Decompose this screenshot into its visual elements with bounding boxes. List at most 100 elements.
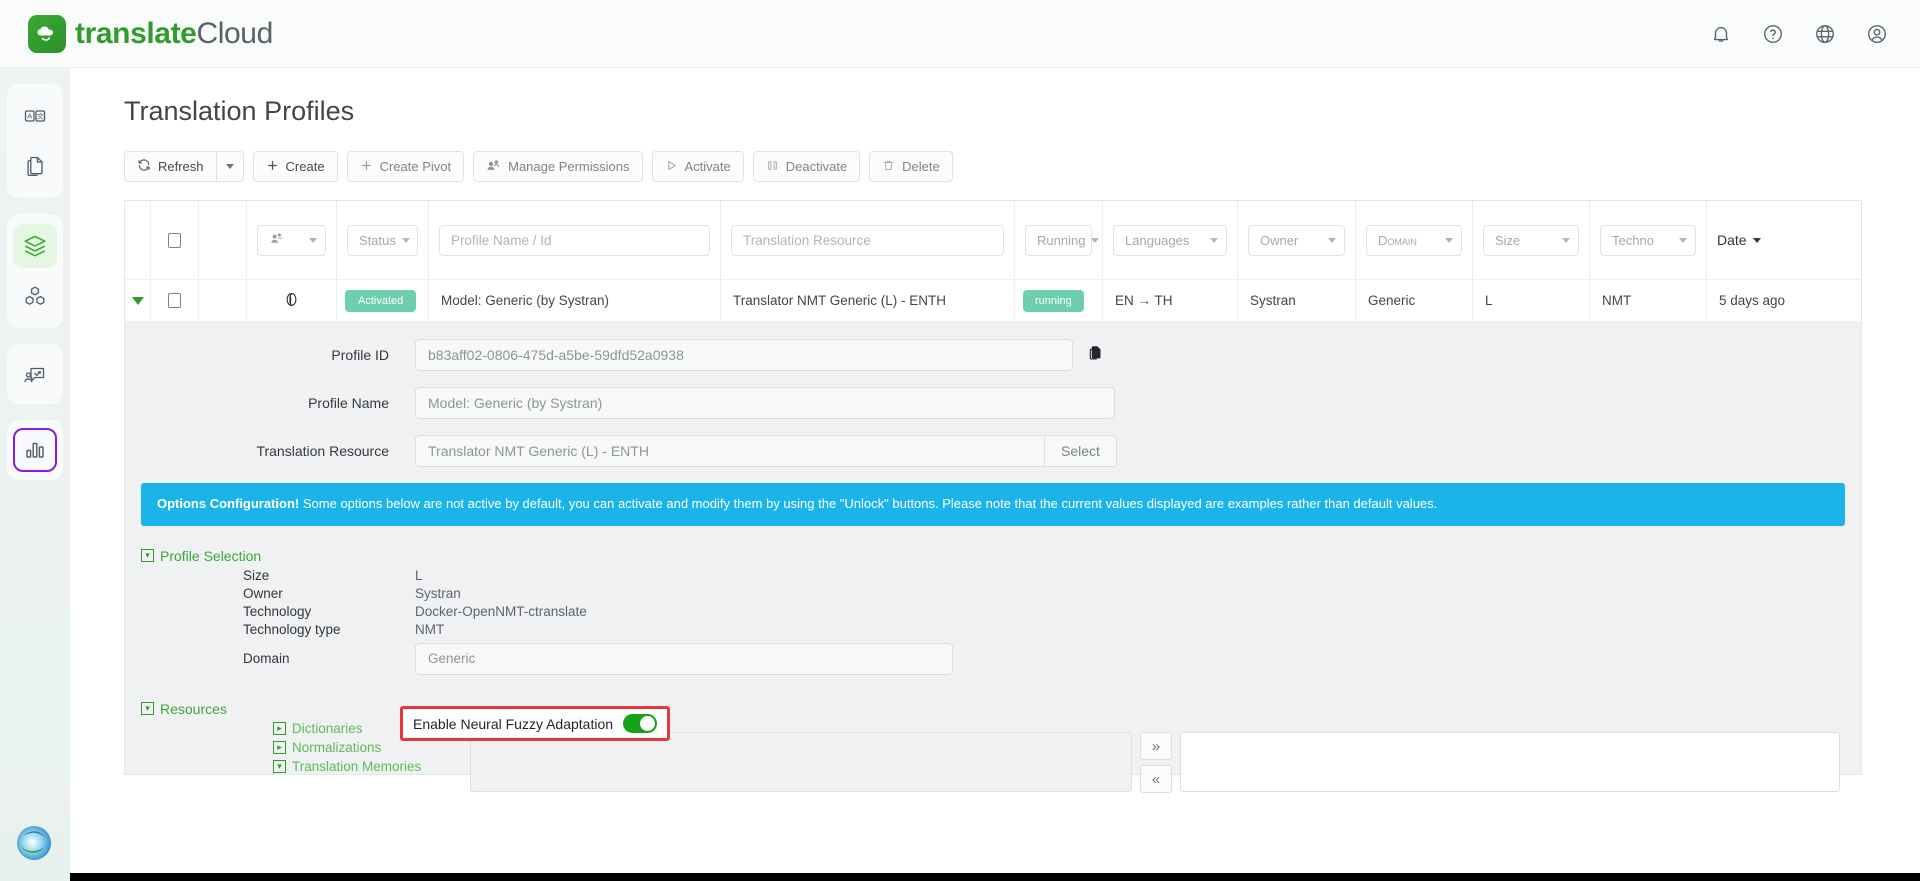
languages-filter[interactable]: Languages [1113,225,1227,256]
chevron-down-icon [1210,238,1218,243]
permissions-filter[interactable] [257,225,326,256]
running-filter[interactable]: Running [1025,225,1092,256]
permissions-filter-cell [247,201,337,279]
sidebar-item-analytics[interactable] [13,428,57,472]
chevron-down-icon [1445,238,1453,243]
status-filter-label: Status [359,233,396,248]
expand-square-icon: ▸ [273,741,286,754]
delete-label: Delete [902,159,940,174]
row-owner-cell: Systran [1238,280,1356,321]
available-memories-panel[interactable] [470,732,1132,792]
globe-icon[interactable] [1812,21,1838,47]
neural-fuzzy-adaptation-label: Enable Neural Fuzzy Adaptation [413,716,613,732]
move-right-button[interactable]: » [1140,732,1172,760]
technology-type-value: NMT [415,622,444,637]
size-filter-label: Size [1495,233,1520,248]
manage-permissions-button[interactable]: Manage Permissions [473,151,642,182]
profile-selection-row-owner: Owner Systran [125,586,1861,601]
techno-filter[interactable]: Techno [1600,225,1696,256]
size-filter[interactable]: Size [1483,225,1579,256]
profile-selection-section-toggle[interactable]: ▾ Profile Selection [141,548,1861,564]
owner-value: Systran [415,586,461,601]
move-left-button[interactable]: « [1140,765,1172,793]
help-icon[interactable] [1760,21,1786,47]
left-sidebar: A 文 [0,68,70,881]
row-checkbox[interactable] [168,293,181,308]
row-spacer-cell [199,280,247,321]
sidebar-group-3 [7,344,63,404]
profile-id-field[interactable]: b83aff02-0806-475d-a5be-59dfd52a0938 [415,339,1073,371]
date-sort-header[interactable]: Date [1717,232,1761,248]
domain-filter-cell: Domain [1356,201,1473,279]
resources-section-toggle[interactable]: ▾ Resources [141,701,1861,717]
table-filter-row: Status Profile Name / Id Translation Res… [125,201,1861,279]
refresh-dropdown-toggle[interactable] [217,151,244,182]
status-filter-cell: Status [337,201,429,279]
technology-label: Technology [125,604,415,619]
sidebar-item-resources[interactable] [13,274,57,318]
sidebar-item-models[interactable] [13,224,57,268]
sidebar-item-files[interactable] [13,144,57,188]
techno-filter-label: Techno [1612,233,1654,248]
top-bar-actions [1708,21,1890,47]
neural-fuzzy-adaptation-toggle[interactable] [623,714,657,733]
bottom-edge [0,873,1920,881]
copy-icon[interactable] [1087,344,1103,366]
expand-square-icon: ▸ [273,722,286,735]
domain-field[interactable]: Generic [415,643,953,675]
translate-cloud-logo-icon [28,15,66,53]
sidebar-item-translate[interactable]: A 文 [13,94,57,138]
create-pivot-button[interactable]: Create Pivot [347,151,465,182]
select-all-cell [151,201,199,279]
translation-resource-field[interactable]: Translator NMT Generic (L) - ENTH [415,435,1045,467]
delete-button[interactable]: Delete [869,151,953,182]
domain-filter[interactable]: Domain [1366,225,1462,256]
chevron-down-icon [1679,238,1687,243]
profile-selection-row-size: Size L [125,568,1861,583]
domain-filter-label: Domain [1378,233,1417,248]
status-filter[interactable]: Status [347,225,418,256]
translation-resource-filter[interactable]: Translation Resource [731,225,1004,256]
visibility-globe-icon[interactable] [283,291,300,311]
selected-memories-panel[interactable] [1180,732,1840,792]
row-translation-resource-cell: Translator NMT Generic (L) - ENTH [721,280,1015,321]
create-label: Create [286,159,325,174]
owner-filter[interactable]: Owner [1248,225,1345,256]
collapse-square-icon: ▾ [141,549,154,562]
select-all-checkbox[interactable] [168,233,181,248]
account-icon[interactable] [1864,21,1890,47]
select-resource-button[interactable]: Select [1045,435,1117,467]
profile-name-filter[interactable]: Profile Name / Id [439,225,710,256]
create-button[interactable]: Create [253,151,338,182]
sidebar-group-1: A 文 [7,84,63,198]
expand-col-header [125,201,151,279]
translation-memories-transfer: » « [470,732,1840,793]
banner-title: Options Configuration! [157,496,299,511]
chevron-down-icon [402,238,410,243]
action-toolbar: Refresh Create Create Pivot [124,151,1920,182]
row-status-cell: Activated [337,280,429,321]
table-row[interactable]: Activated Model: Generic (by Systran) Tr… [125,279,1861,321]
refresh-button[interactable]: Refresh [124,151,217,182]
refresh-label: Refresh [158,159,204,174]
running-filter-cell: Running [1015,201,1103,279]
date-header-cell: Date [1707,201,1861,279]
activate-button[interactable]: Activate [652,151,744,182]
size-filter-cell: Size [1473,201,1590,279]
profile-name-field[interactable]: Model: Generic (by Systran) [415,387,1115,419]
deactivate-button[interactable]: Deactivate [753,151,860,182]
row-size-cell: L [1473,280,1590,321]
row-techno-cell: NMT [1590,280,1707,321]
chevron-down-icon [1091,238,1099,243]
row-select-cell [151,280,199,321]
dictionaries-label: Dictionaries [292,721,363,736]
row-expand-toggle[interactable] [125,280,151,321]
brand-logo[interactable]: translateCloud [28,15,273,53]
systran-orb-logo-icon [12,821,56,865]
sidebar-item-training[interactable] [13,352,57,396]
brand-part-one: translate [75,17,196,50]
translation-resource-label: Translation Resource [125,443,415,459]
notifications-icon[interactable] [1708,21,1734,47]
page-title: Translation Profiles [124,96,1920,127]
plus-icon [266,159,279,175]
